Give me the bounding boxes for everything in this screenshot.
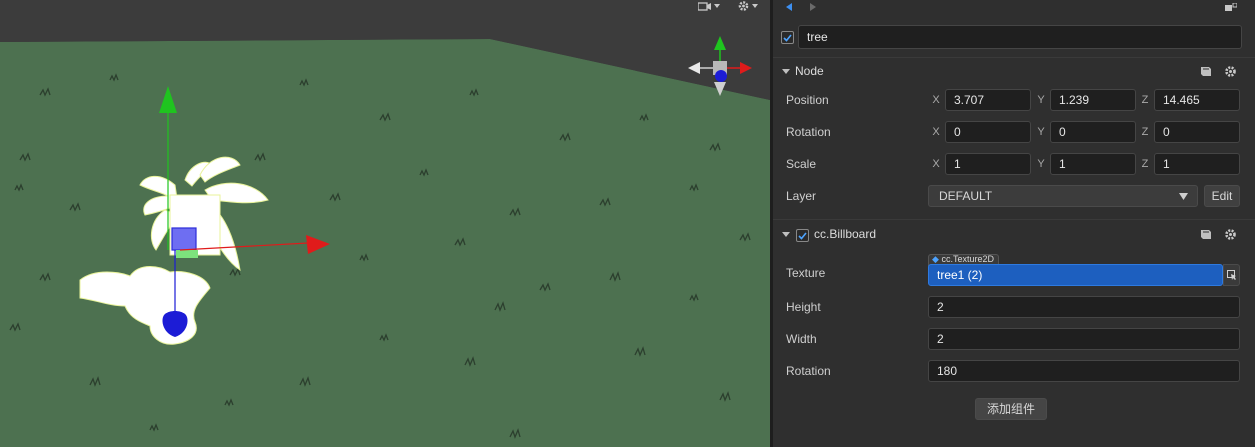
scale-z-axis-label: Z [1141,158,1149,170]
node-name-input[interactable]: tree [798,25,1242,49]
position-z-input[interactable]: 14.465 [1154,89,1240,111]
scene-viewport[interactable] [0,0,770,447]
add-component-button[interactable]: 添加组件 [975,398,1047,420]
position-y-input[interactable]: 1.239 [1050,89,1136,111]
dropdown-arrow-icon [1179,193,1188,200]
settings-menu[interactable] [737,0,758,12]
gear-icon [738,1,749,11]
position-x-input[interactable]: 3.707 [945,89,1031,111]
help-book-icon[interactable] [1199,227,1213,241]
asset-pick-button[interactable] [1223,264,1240,286]
rotation-y-input[interactable]: 0 [1050,121,1136,143]
component-gear-icon[interactable] [1223,227,1237,241]
ground-plane [0,39,770,447]
billboard-section-caret[interactable] [782,232,790,237]
back-arrow-icon [786,3,792,11]
layer-select-value: DEFAULT [939,189,993,203]
layer-label: Layer [786,189,817,203]
layer-select[interactable]: DEFAULT [928,185,1198,207]
component-gear-icon[interactable] [1223,64,1237,78]
transform-handle-box [171,227,197,251]
scale-x-input[interactable]: 1 [945,153,1031,175]
texture-asset-field[interactable]: tree1 (2) [928,264,1223,286]
rotation-z-axis-label: Z [1141,126,1149,138]
selection-outline-green [176,250,198,258]
billboard-enabled-checkbox[interactable] [796,229,809,242]
scale-label: Scale [786,157,817,171]
node-section-title[interactable]: Node [795,62,824,80]
position-y-axis-label: Y [1037,94,1045,106]
rotation-x-input[interactable]: 0 [945,121,1031,143]
back-button[interactable] [785,0,793,11]
scale-y-input[interactable]: 1 [1050,153,1136,175]
camera-menu[interactable] [698,0,720,12]
billboard-rotation-input[interactable]: 180 [928,360,1240,382]
billboard-rotation-label: Rotation [786,364,831,378]
forward-button[interactable] [809,0,817,11]
asset-diamond-icon: ◆ [932,254,939,264]
layer-edit-button[interactable]: Edit [1204,185,1240,207]
node-section-caret[interactable] [782,69,790,74]
check-icon [798,231,807,240]
billboard-section-title[interactable]: cc.Billboard [814,225,876,243]
inspector-panel: tree Node Position X 3.707 Y 1.239 Z 14.… [773,0,1255,447]
position-z-axis-label: Z [1141,94,1149,106]
help-book-icon[interactable] [1199,64,1213,78]
camera-icon [698,2,711,11]
width-input[interactable]: 2 [928,328,1240,350]
texture-label: Texture [786,266,826,280]
forward-arrow-icon [810,3,816,11]
chevron-down-icon [752,4,758,8]
check-icon [783,33,792,42]
rotation-y-axis-label: Y [1037,126,1045,138]
scene-canvas[interactable] [0,0,770,447]
lock-icon [1225,2,1238,11]
rotation-label: Rotation [786,125,831,139]
chevron-down-icon [714,4,720,8]
height-input[interactable]: 2 [928,296,1240,318]
scale-y-axis-label: Y [1037,158,1045,170]
lock-button[interactable] [1225,0,1238,11]
position-x-axis-label: X [932,94,940,106]
asset-pick-icon [1226,270,1236,280]
position-label: Position [786,93,829,107]
scale-z-input[interactable]: 1 [1154,153,1240,175]
scale-x-axis-label: X [932,158,940,170]
width-label: Width [786,332,817,346]
height-label: Height [786,300,821,314]
rotation-x-axis-label: X [932,126,940,138]
texture-type-label: cc.Texture2D [941,254,994,264]
rotation-z-input[interactable]: 0 [1154,121,1240,143]
node-active-checkbox[interactable] [781,31,794,44]
